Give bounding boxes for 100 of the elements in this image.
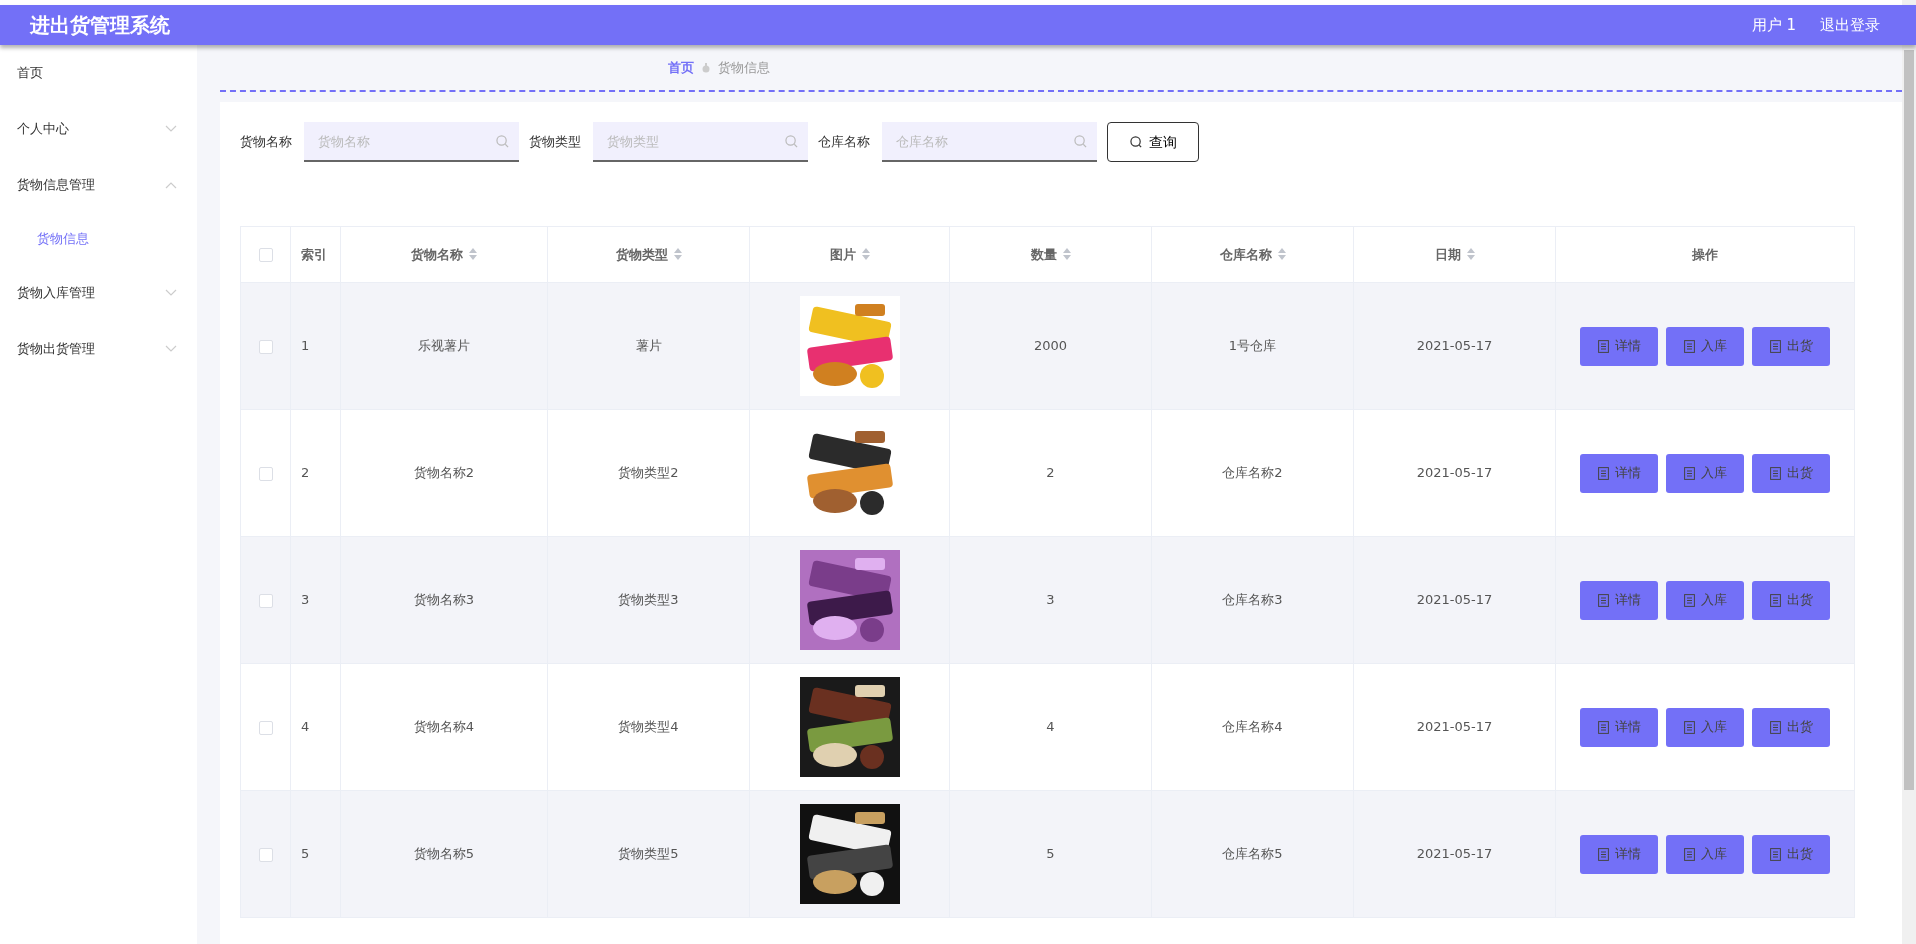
- table-cell: 4: [1046, 719, 1055, 735]
- table-cell: 3: [301, 592, 310, 608]
- action-button[interactable]: 入库: [1666, 707, 1744, 747]
- field-label: 货物名称: [240, 133, 292, 152]
- checkbox[interactable]: [258, 339, 273, 354]
- action-button[interactable]: 详情: [1580, 580, 1658, 620]
- action-button[interactable]: 出货: [1752, 834, 1830, 874]
- action-button[interactable]: 详情: [1580, 707, 1658, 747]
- action-button[interactable]: 出货: [1752, 580, 1830, 620]
- document-icon: [1683, 847, 1695, 861]
- table-cell: 货物名称4: [413, 719, 475, 735]
- document-icon: [1683, 466, 1695, 480]
- scrollbar-thumb[interactable]: [1904, 50, 1914, 790]
- search-icon: [785, 135, 798, 148]
- table-cell: 2021-05-17: [1416, 846, 1493, 862]
- sidebar-item[interactable]: 货物入库管理: [0, 265, 197, 321]
- column-header: 货物类型: [615, 246, 668, 262]
- table-cell: 货物类型3: [618, 592, 679, 608]
- action-button[interactable]: 详情: [1580, 834, 1658, 874]
- table-cell: 5: [301, 846, 310, 862]
- column-header: 日期: [1434, 246, 1461, 262]
- action-button[interactable]: 详情: [1580, 453, 1658, 493]
- document-icon: [1769, 847, 1781, 861]
- user-name[interactable]: 用户 1: [1751, 13, 1796, 37]
- document-icon: [1597, 339, 1609, 353]
- query-button[interactable]: 查询: [1107, 122, 1199, 162]
- table-cell: 4: [301, 719, 310, 735]
- column-header: 图片: [829, 246, 856, 262]
- table-cell: 5: [1046, 846, 1055, 862]
- action-button[interactable]: 出货: [1752, 453, 1830, 493]
- search-field[interactable]: 货物类型: [593, 122, 808, 162]
- action-button[interactable]: 入库: [1666, 453, 1744, 493]
- table-cell: 仓库名称2: [1222, 465, 1283, 481]
- table-cell: 3: [1046, 592, 1055, 608]
- document-icon: [1769, 593, 1781, 607]
- sort-icon[interactable]: [673, 247, 682, 260]
- table-cell: 货物名称2: [413, 465, 475, 481]
- document-icon: [1597, 720, 1609, 734]
- sidebar-subitem[interactable]: 货物信息: [0, 213, 197, 265]
- table-cell: 货物名称5: [413, 846, 475, 862]
- separator-icon: [702, 62, 710, 73]
- document-icon: [1769, 339, 1781, 353]
- table-cell: 2021-05-17: [1416, 719, 1493, 735]
- column-header: 数量: [1030, 246, 1057, 262]
- table-cell: 仓库名称4: [1222, 719, 1283, 735]
- document-icon: [1769, 466, 1781, 480]
- action-button[interactable]: 详情: [1580, 326, 1658, 366]
- action-button[interactable]: 出货: [1752, 707, 1830, 747]
- action-button[interactable]: 出货: [1752, 326, 1830, 366]
- scrollbar[interactable]: [1902, 0, 1916, 944]
- action-button[interactable]: 入库: [1666, 326, 1744, 366]
- table-cell: 货物类型4: [618, 719, 679, 735]
- column-header: 操作: [1692, 246, 1718, 262]
- field-label: 货物类型: [529, 133, 581, 152]
- table-cell: 货物类型5: [618, 846, 679, 862]
- column-header: 货物名称: [411, 246, 463, 262]
- sidebar-item[interactable]: 货物信息管理: [0, 157, 197, 213]
- checkbox[interactable]: [258, 593, 273, 608]
- table-cell: 2021-05-17: [1416, 338, 1493, 354]
- document-icon: [1683, 720, 1695, 734]
- checkbox[interactable]: [258, 248, 273, 263]
- logout-link[interactable]: 退出登录: [1820, 13, 1880, 37]
- sort-icon[interactable]: [861, 247, 870, 260]
- action-button[interactable]: 入库: [1666, 580, 1744, 620]
- document-icon: [1683, 593, 1695, 607]
- checkbox[interactable]: [258, 720, 273, 735]
- table-cell: 货物类型2: [618, 465, 679, 481]
- document-icon: [1769, 720, 1781, 734]
- document-icon: [1683, 339, 1695, 353]
- table-cell: 1: [301, 338, 310, 354]
- table-cell: 仓库名称3: [1222, 592, 1283, 608]
- search-field[interactable]: 货物名称: [304, 122, 519, 162]
- sort-icon[interactable]: [469, 247, 477, 260]
- breadcrumb-item[interactable]: 首页: [668, 57, 694, 78]
- column-header: 仓库名称: [1219, 246, 1272, 262]
- sort-icon[interactable]: [1466, 247, 1475, 260]
- sort-icon[interactable]: [1062, 247, 1071, 260]
- search-field[interactable]: 仓库名称: [882, 122, 1097, 162]
- table-cell: 2: [1046, 465, 1055, 481]
- search-icon: [496, 135, 509, 148]
- checkbox[interactable]: [258, 847, 273, 862]
- sidebar-item[interactable]: 首页: [0, 45, 197, 101]
- app-title: 进出货管理系统: [30, 12, 170, 39]
- sort-icon[interactable]: [1277, 247, 1286, 260]
- document-icon: [1597, 466, 1609, 480]
- checkbox[interactable]: [258, 466, 273, 481]
- table-cell: 薯片: [635, 338, 662, 354]
- table-cell: 2000: [1033, 338, 1068, 354]
- breadcrumb-item: 货物信息: [718, 58, 770, 77]
- document-icon: [1597, 847, 1609, 861]
- sidebar-item[interactable]: 货物出货管理: [0, 321, 197, 377]
- table-cell: 货物名称3: [413, 592, 475, 608]
- search-icon: [1129, 135, 1143, 149]
- column-header: 索引: [301, 246, 327, 262]
- table-cell: 2: [301, 465, 310, 481]
- table-cell: 2021-05-17: [1416, 465, 1493, 481]
- sidebar-item[interactable]: 个人中心: [0, 101, 197, 157]
- table-cell: 2021-05-17: [1416, 592, 1493, 608]
- action-button[interactable]: 入库: [1666, 834, 1744, 874]
- search-icon: [1074, 135, 1087, 148]
